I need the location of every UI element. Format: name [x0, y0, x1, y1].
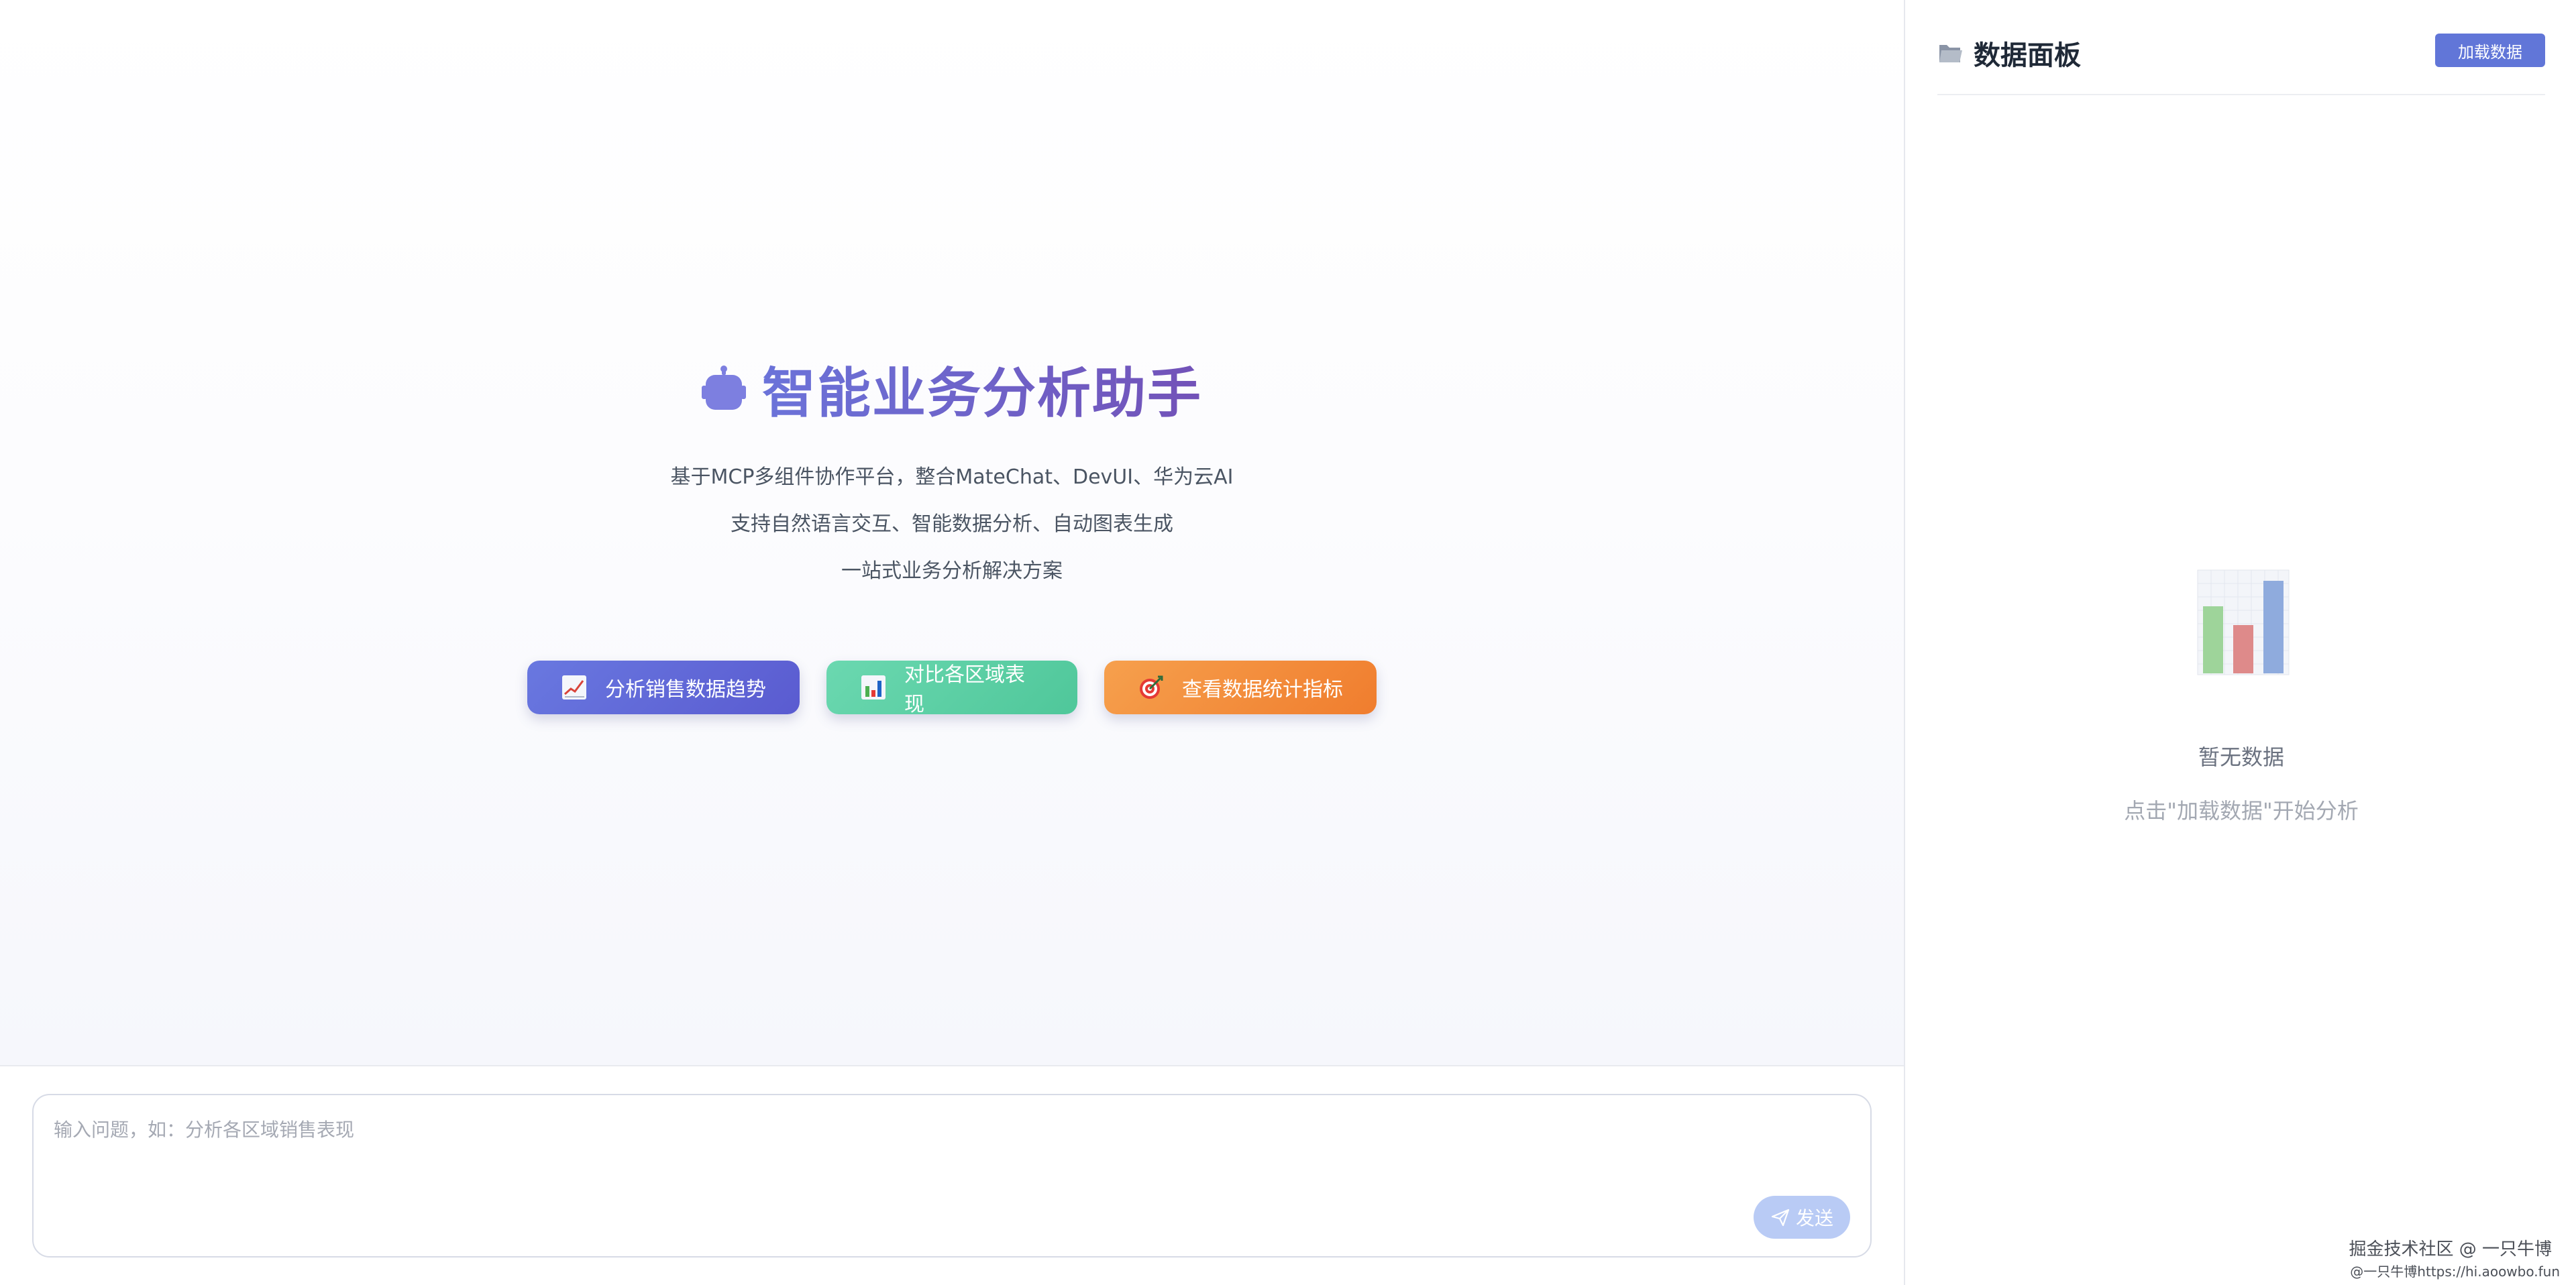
chat-area: 智能业务分析助手 基于MCP多组件协作平台，整合MateChat、DevUI、华…	[0, 0, 1904, 1285]
bar-chart-icon	[861, 675, 885, 700]
empty-state-title: 暂无数据	[2198, 744, 2284, 770]
data-panel-header: 数据面板 加载数据	[1937, 28, 2545, 95]
quick-action-sales-trend-button[interactable]: 分析销售数据趋势	[527, 661, 800, 714]
message-composer: 发送	[32, 1094, 1872, 1258]
quick-action-statistics-button[interactable]: 查看数据统计指标	[1104, 661, 1377, 714]
watermark-line-2: @一只牛博https://hi.aoowbo.fun	[2350, 1264, 2560, 1280]
data-panel-title-text: 数据面板	[1974, 40, 2081, 71]
quick-actions: 分析销售数据趋势 对比各区域表现 查看数据统计指标	[0, 661, 1904, 716]
folder-icon	[1939, 45, 1962, 62]
message-input[interactable]	[54, 1115, 1798, 1216]
empty-state-hint: 点击"加载数据"开始分析	[2124, 798, 2359, 824]
quick-action-label: 查看数据统计指标	[1182, 678, 1343, 702]
robot-icon	[702, 366, 746, 410]
app-root: 智能业务分析助手 基于MCP多组件协作平台，整合MateChat、DevUI、华…	[0, 0, 2576, 1285]
load-data-button[interactable]: 加载数据	[2435, 34, 2545, 67]
welcome-hero: 智能业务分析助手 基于MCP多组件协作平台，整合MateChat、DevUI、华…	[0, 0, 1904, 1066]
description-line-3: 一站式业务分析解决方案	[841, 559, 1063, 583]
description-line-1: 基于MCP多组件协作平台，整合MateChat、DevUI、华为云AI	[670, 465, 1234, 489]
send-label: 发送	[1795, 1207, 1833, 1229]
paper-plane-icon	[1771, 1209, 1790, 1227]
empty-state-chart-icon	[2197, 569, 2290, 675]
quick-action-region-compare-button[interactable]: 对比各区域表现	[826, 661, 1077, 716]
target-icon	[1140, 675, 1163, 699]
send-button[interactable]: 发送	[1754, 1196, 1850, 1239]
welcome-title-row: 智能业务分析助手	[0, 349, 1904, 429]
chart-increasing-icon	[562, 675, 586, 700]
data-panel-title: 数据面板	[1937, 34, 2081, 72]
page-title: 智能业务分析助手	[762, 350, 1202, 428]
description-line-2: 支持自然语言交互、智能数据分析、自动图表生成	[731, 512, 1173, 536]
quick-action-label: 分析销售数据趋势	[605, 678, 766, 702]
data-panel: 数据面板 加载数据 暂无数据 点击"加载数据"开始分析 掘金技术社区 @ 一只牛…	[1904, 0, 2576, 1285]
quick-action-label: 对比各区域表现	[904, 663, 1025, 716]
watermark-line-1: 掘金技术社区 @ 一只牛博	[2349, 1239, 2552, 1260]
